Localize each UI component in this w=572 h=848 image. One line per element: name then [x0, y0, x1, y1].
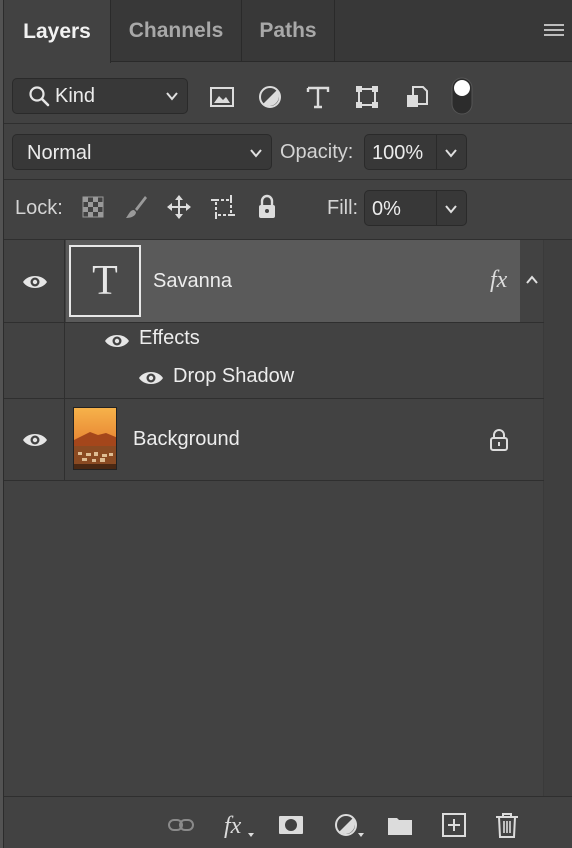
eye-icon[interactable] — [22, 431, 48, 449]
opacity-label: Opacity: — [280, 141, 354, 163]
tab-channels[interactable]: Channels — [111, 0, 242, 62]
new-group-icon[interactable] — [386, 811, 414, 839]
lock-image-pixels-icon[interactable] — [123, 193, 149, 221]
fill-dropdown-button[interactable] — [436, 191, 466, 225]
new-adjustment-layer-icon[interactable] — [332, 811, 366, 839]
new-layer-icon[interactable] — [440, 811, 468, 839]
tab-layers-label: Layers — [23, 19, 91, 43]
chevron-up-icon[interactable] — [525, 274, 539, 286]
chevron-down-icon — [166, 92, 178, 101]
tab-bar: Layers Channels Paths — [4, 0, 572, 63]
layer-name[interactable]: Background — [133, 428, 240, 451]
layers-panel: Layers Channels Paths Kind Normal Opacit… — [3, 0, 572, 848]
blend-mode-select[interactable]: Normal — [12, 134, 272, 170]
tab-layers[interactable]: Layers — [4, 0, 111, 63]
search-icon — [29, 86, 50, 107]
layer-row-background[interactable]: Background — [4, 399, 544, 481]
opacity-field[interactable]: 100% — [364, 134, 467, 170]
smart-object-filter-icon[interactable] — [404, 84, 430, 110]
filter-kind-label: Kind — [55, 84, 96, 107]
background-layer-thumbnail[interactable] — [73, 407, 117, 470]
divider — [4, 179, 572, 180]
layer-lock-icon — [490, 429, 508, 451]
fill-value: 0% — [372, 198, 401, 220]
visibility-toggle[interactable] — [4, 399, 65, 480]
eye-icon[interactable] — [104, 332, 130, 350]
layer-name[interactable]: Savanna — [153, 270, 232, 293]
divider — [4, 123, 572, 124]
tab-channels-label: Channels — [128, 19, 224, 42]
fill-label: Fill: — [327, 197, 359, 219]
chevron-down-icon — [445, 205, 457, 214]
shape-filter-icon[interactable] — [354, 84, 380, 110]
delete-layer-icon[interactable] — [493, 811, 521, 839]
eye-icon[interactable] — [22, 273, 48, 291]
eye-icon[interactable] — [138, 369, 164, 387]
layers-scrollbar[interactable] — [543, 240, 572, 796]
add-layer-style-icon[interactable]: fx — [222, 811, 256, 839]
lock-artboard-icon[interactable] — [210, 193, 236, 221]
filter-kind-select[interactable]: Kind — [12, 78, 188, 114]
tab-paths-label: Paths — [259, 19, 317, 42]
opacity-dropdown-button[interactable] — [436, 135, 466, 169]
lock-transparent-pixels-icon[interactable] — [80, 193, 106, 221]
tab-paths[interactable]: Paths — [242, 0, 335, 62]
effects-label[interactable]: Effects — [139, 327, 200, 350]
text-layer-thumbnail-glyph: T — [92, 258, 118, 304]
layer-effects-group: Effects Drop Shadow — [4, 323, 544, 399]
layer-row-savanna[interactable]: T Savanna fx — [4, 240, 544, 323]
lock-position-icon[interactable] — [166, 193, 192, 221]
svg-text:fx: fx — [224, 813, 242, 839]
chevron-down-icon — [445, 149, 457, 158]
savanna-photo-thumbnail — [74, 408, 116, 469]
panel-menu-icon[interactable] — [543, 22, 565, 38]
filter-toggle-icon[interactable] — [450, 76, 474, 116]
opacity-value: 100% — [372, 142, 424, 164]
fx-icon[interactable]: fx — [490, 267, 507, 294]
fill-field[interactable]: 0% — [364, 190, 467, 226]
blend-mode-label: Normal — [27, 142, 92, 164]
text-layer-thumbnail[interactable]: T — [69, 245, 141, 317]
effect-name-drop-shadow[interactable]: Drop Shadow — [173, 365, 294, 388]
lock-label: Lock: — [15, 197, 63, 219]
image-filter-icon[interactable] — [209, 84, 235, 110]
lock-all-icon[interactable] — [254, 193, 280, 221]
chevron-down-icon — [250, 149, 262, 158]
effects-gutter — [4, 323, 65, 398]
link-layers-icon[interactable] — [167, 811, 195, 839]
type-filter-icon[interactable] — [305, 84, 331, 110]
visibility-toggle[interactable] — [4, 240, 65, 322]
add-mask-icon[interactable] — [277, 811, 305, 839]
adjustment-filter-icon[interactable] — [257, 84, 283, 110]
